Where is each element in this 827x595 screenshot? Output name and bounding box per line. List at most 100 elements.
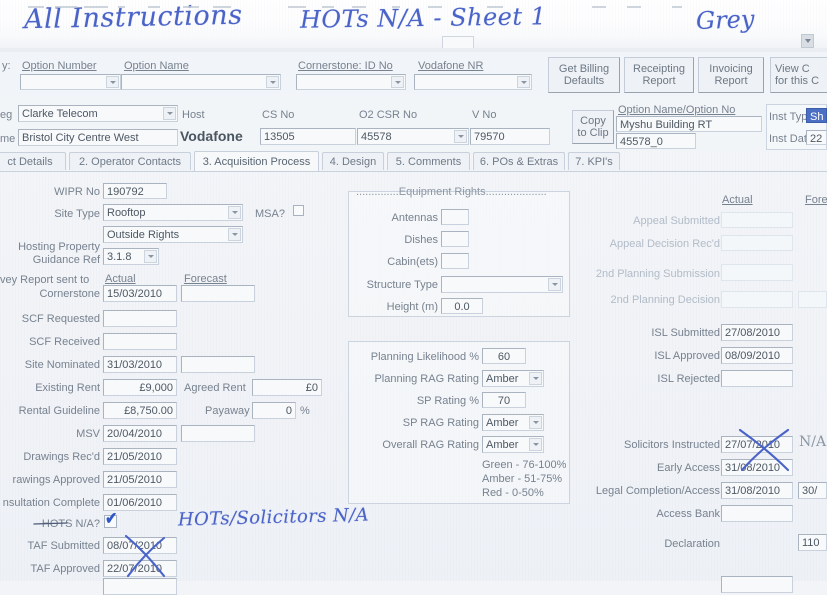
sp-rating-input[interactable]: 70 — [482, 392, 526, 408]
option-no-display-value: 45578_0 — [620, 136, 663, 148]
existing-rent-input[interactable]: £9,000 — [103, 379, 177, 396]
cornerstone-forecast-input[interactable] — [181, 285, 255, 302]
tab-design[interactable]: 4. Design — [322, 152, 384, 170]
scf-requested-actual-input[interactable] — [103, 310, 177, 327]
app-toolbar[interactable] — [0, 33, 827, 49]
drawings-approved-input[interactable]: 21/05/2010 — [103, 471, 177, 488]
site-nominated-forecast-input[interactable] — [181, 356, 255, 373]
taf-approved-input[interactable]: 22/07/2010 — [103, 560, 177, 577]
site-nominated-actual-input[interactable]: 31/03/2010 — [103, 356, 177, 373]
view-contract-button[interactable]: View C for this C — [770, 57, 827, 93]
chevron-down-icon[interactable] — [391, 76, 404, 88]
chevron-down-icon[interactable] — [517, 76, 530, 88]
chevron-down-icon[interactable] — [228, 206, 241, 219]
copy-to-clip-button[interactable]: Copy to Clip — [572, 110, 614, 144]
hots-na-checkbox[interactable]: ✔ — [104, 510, 117, 528]
isl-approved-value: 08/09/2010 — [725, 350, 781, 362]
tab-underline — [0, 171, 827, 172]
structure-type-select[interactable] — [441, 276, 563, 293]
payaway-input[interactable]: 0 — [252, 402, 296, 419]
declaration-label: Declaration — [664, 538, 720, 550]
agreed-rent-input[interactable]: £0 — [252, 379, 322, 396]
appeal-decision-input[interactable] — [721, 235, 793, 251]
isl-approved-input[interactable]: 08/09/2010 — [721, 347, 793, 364]
toolbar-overflow-button[interactable] — [801, 34, 814, 48]
tab-operator-contacts[interactable]: 2. Operator Contacts — [69, 152, 191, 170]
drawings-recd-input[interactable]: 21/05/2010 — [103, 448, 177, 465]
sp-rag-select[interactable]: Amber — [482, 414, 544, 431]
survey-report-label-1: vey Report sent to — [0, 274, 90, 286]
chevron-down-icon[interactable] — [106, 76, 119, 88]
chevron-down-icon[interactable] — [454, 130, 467, 143]
tab-comments[interactable]: 5. Comments — [387, 152, 470, 170]
rental-guideline-input[interactable]: £8,750.00 — [103, 402, 177, 419]
bottom-right-extra-input[interactable] — [721, 576, 793, 593]
solicitors-instructed-input[interactable]: 27/07/2010 — [721, 436, 793, 453]
height-input[interactable]: 0.0 — [441, 298, 483, 314]
scf-received-actual-input[interactable] — [103, 333, 177, 350]
reg-input[interactable]: Clarke Telecom — [18, 105, 178, 122]
option-number-input[interactable] — [20, 74, 121, 90]
chevron-down-icon[interactable] — [266, 76, 279, 88]
cornerstone-actual-input[interactable]: 15/03/2010 — [103, 285, 177, 302]
msa-checkbox[interactable] — [293, 205, 304, 216]
o2-csr-no-input[interactable]: 45578 — [357, 128, 469, 145]
drawings-approved-value: 21/05/2010 — [107, 474, 163, 486]
chevron-down-icon[interactable] — [529, 416, 542, 429]
tab-contract-details[interactable]: ct Details — [0, 152, 66, 170]
overall-rag-select[interactable]: Amber — [482, 436, 544, 453]
2nd-planning-decision-forecast-input[interactable] — [798, 291, 827, 308]
chevron-down-icon[interactable] — [144, 250, 157, 263]
chevron-down-icon[interactable] — [529, 438, 542, 451]
invoicing-report-button[interactable]: Invoicing Report — [698, 57, 764, 93]
inst-type-input[interactable]: Sh — [806, 108, 827, 123]
option-name-display[interactable]: Myshu Building RT — [616, 116, 762, 132]
access-bank-input[interactable] — [721, 505, 793, 522]
option-name-input[interactable] — [121, 74, 281, 90]
planning-rag-select[interactable]: Amber — [482, 370, 544, 387]
chevron-down-icon[interactable] — [548, 278, 561, 291]
isl-rejected-input[interactable] — [721, 370, 793, 387]
inst-date-input[interactable]: 22 — [806, 130, 827, 145]
2nd-planning-submission-input[interactable] — [721, 264, 793, 281]
site-type-select[interactable]: Rooftop — [103, 204, 243, 221]
declaration-value: 110 — [802, 537, 820, 549]
receipting-report-button[interactable]: Receipting Report — [624, 57, 694, 93]
2nd-planning-decision-input[interactable] — [721, 291, 793, 308]
vodafone-nr-input[interactable] — [414, 74, 532, 90]
cs-no-input[interactable]: 13505 — [260, 128, 356, 145]
declaration-input[interactable]: 110 — [798, 534, 827, 551]
early-access-input[interactable]: 31/08/2010 — [721, 459, 793, 476]
antennas-input[interactable] — [441, 209, 469, 225]
site-name-input[interactable]: Bristol City Centre West — [18, 129, 178, 146]
get-billing-defaults-label-1: Get Billing — [558, 63, 610, 75]
taf-submitted-input[interactable]: 08/07/2010 — [103, 537, 177, 554]
chevron-down-icon[interactable] — [228, 228, 241, 241]
early-access-value: 31/08/2010 — [725, 462, 781, 474]
appeal-submitted-input[interactable] — [721, 212, 793, 228]
cabinets-input[interactable] — [441, 253, 469, 269]
cornerstone-id-input[interactable] — [296, 74, 406, 90]
chevron-down-icon[interactable] — [163, 107, 176, 120]
wipr-no-input[interactable]: 190792 — [103, 183, 167, 199]
tab-pos-extras[interactable]: 6. POs & Extras — [473, 152, 565, 170]
rights-select[interactable]: Outside Rights — [103, 226, 243, 243]
v-no-input[interactable]: 79570 — [470, 128, 550, 145]
legal-completion-input[interactable]: 31/08/2010 — [721, 482, 793, 499]
get-billing-defaults-button[interactable]: Get Billing Defaults — [548, 57, 620, 93]
legal-completion-forecast-input[interactable]: 30/ — [798, 482, 827, 499]
taf-approved-label: TAF Approved — [30, 563, 101, 575]
msv-forecast-input[interactable] — [181, 425, 255, 442]
tab-kpis[interactable]: 7. KPI's — [568, 152, 620, 170]
chevron-down-icon[interactable] — [529, 372, 542, 385]
hosting-guidance-value: 3.1.8 — [107, 251, 132, 263]
planning-likelihood-input[interactable]: 60 — [482, 348, 526, 364]
cabinets-label: Cabin(ets) — [387, 256, 438, 268]
tab-acquisition-process[interactable]: 3. Acquisition Process — [194, 151, 319, 171]
hosting-guidance-select[interactable]: 3.1.8 — [103, 248, 159, 265]
dishes-input[interactable] — [441, 231, 469, 247]
isl-submitted-input[interactable]: 27/08/2010 — [721, 324, 793, 341]
msv-input[interactable]: 20/04/2010 — [103, 425, 177, 442]
option-no-display[interactable]: 45578_0 — [616, 133, 696, 149]
reg-value: Clarke Telecom — [22, 108, 98, 120]
